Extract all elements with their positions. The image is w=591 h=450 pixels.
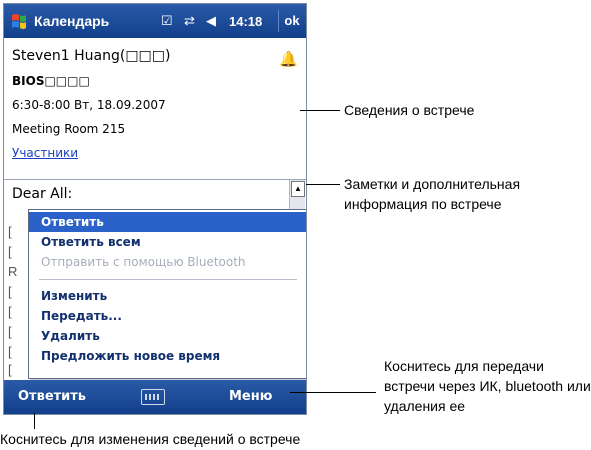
notes-edge-char: [: [8, 304, 12, 319]
callout-line-menu: [290, 392, 376, 393]
keyboard-icon[interactable]: [141, 389, 165, 405]
notes-text: Dear All:: [12, 186, 73, 202]
callout-menu-1: Коснитесь для передачи: [384, 358, 544, 374]
ok-button[interactable]: ok: [278, 10, 305, 32]
callout-line-edit: [34, 413, 35, 429]
menu-separator: [39, 279, 297, 280]
callout-menu-3: удаления ее: [384, 398, 466, 414]
appointment-info: Steven1 Huang(□□□) 🔔 BIOS□□□□ 6:30-8:00 …: [4, 38, 306, 178]
notes-edge-char: [: [8, 244, 12, 259]
scroll-up-icon[interactable]: ▲: [291, 181, 305, 197]
callout-line-notes: [306, 184, 340, 185]
check-icon[interactable]: ☑: [161, 13, 173, 29]
notes-edge-char: R: [8, 264, 18, 279]
callout-notes-2: информация по встрече: [344, 196, 502, 212]
notes-edge-char: [: [8, 324, 12, 339]
callout-info: Сведения о встрече: [344, 102, 475, 118]
reply-softkey[interactable]: Ответить: [18, 389, 86, 404]
menu-item-send-bluetooth: Отправить с помощью Bluetooth: [41, 255, 246, 269]
appointment-subject: Steven1 Huang(□□□): [12, 48, 171, 64]
menu-item-reply[interactable]: Ответить: [29, 212, 306, 232]
appointment-line2: BIOS□□□□: [12, 74, 90, 88]
bell-icon: 🔔: [279, 51, 298, 68]
menu-item-edit[interactable]: Изменить: [29, 286, 306, 306]
notes-edge-char: [: [8, 362, 12, 377]
notes-edge-char: [: [8, 224, 12, 239]
appointment-location: Meeting Room 215: [12, 122, 126, 136]
menu-softkey[interactable]: Меню: [229, 389, 272, 404]
pocketpc-screen: Календарь ☑ ⇄ ◀︎ 14:18 ok Steven1 Huang(…: [3, 3, 307, 415]
volume-icon[interactable]: ◀︎: [206, 13, 216, 29]
callout-menu-2: встречи через ИК, bluetooth или: [384, 378, 591, 394]
start-flag-icon[interactable]: [10, 12, 28, 30]
connectivity-icon[interactable]: ⇄: [184, 13, 195, 29]
menu-item-propose-time[interactable]: Предложить новое время: [29, 346, 306, 366]
app-title: Календарь: [34, 13, 110, 29]
context-menu: Ответить Ответить всем Отправить с помощ…: [28, 209, 306, 379]
menu-item-reply-all[interactable]: Ответить всем: [29, 232, 306, 252]
clock[interactable]: 14:18: [229, 14, 262, 29]
notes-edge-char: [: [8, 284, 12, 299]
callout-line-info: [300, 110, 340, 111]
notes-edge-char: [: [8, 344, 12, 359]
attendees-link[interactable]: Участники: [12, 146, 78, 160]
callout-edit: Коснитесь для изменения сведений о встре…: [0, 431, 301, 447]
callout-notes-1: Заметки и дополнительная: [344, 176, 521, 192]
bottom-menu-bar: Ответить Меню: [4, 380, 306, 414]
menu-item-beam[interactable]: Передать...: [29, 306, 306, 326]
appointment-datetime: 6:30-8:00 Вт, 18.09.2007: [12, 98, 166, 112]
menu-item-delete[interactable]: Удалить: [29, 326, 306, 346]
title-bar: Календарь ☑ ⇄ ◀︎ 14:18 ok: [4, 4, 306, 38]
